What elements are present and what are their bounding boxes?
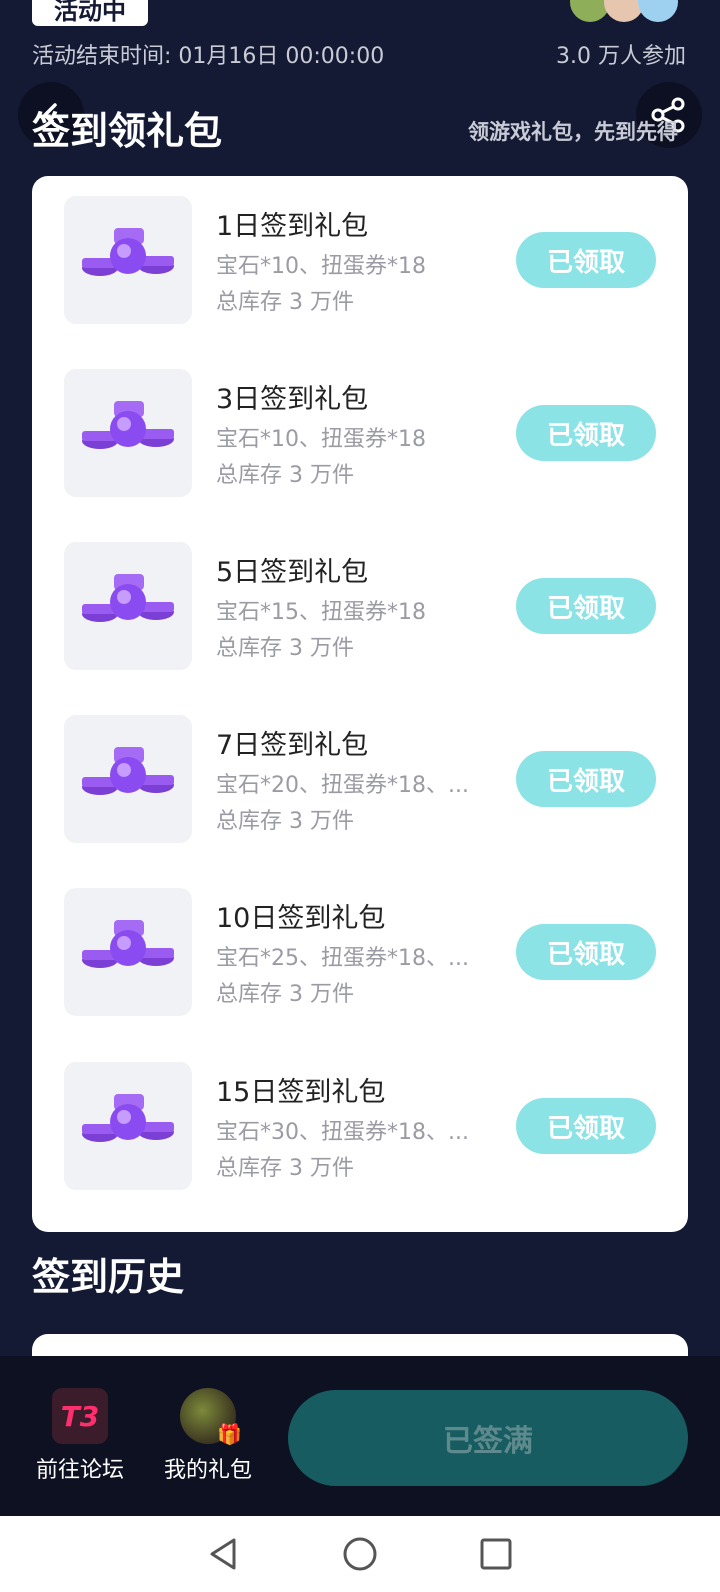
bottom-action-bar: T3 前往论坛 🎁 我的礼包 已签满: [0, 1356, 720, 1516]
claimed-button[interactable]: 已领取: [516, 924, 656, 980]
participant-avatars: [570, 0, 678, 22]
gift-row: 15日签到礼包 宝石*30、扭蛋券*18、... 总库存 3 万件 已领取: [32, 1062, 688, 1190]
checkin-section-subtitle: 领游戏礼包，先到先得: [468, 120, 678, 144]
checkin-section-title: 签到领礼包: [32, 109, 223, 153]
gift-thumbnail: [64, 369, 192, 497]
gem-icon: [82, 574, 174, 622]
gem-icon: [82, 920, 174, 968]
claimed-button[interactable]: 已领取: [516, 232, 656, 288]
gem-icon: [82, 747, 174, 795]
nav-home-icon[interactable]: [342, 1536, 378, 1572]
my-gifts-button[interactable]: 🎁 我的礼包: [160, 1388, 256, 1484]
gift-row: 3日签到礼包 宝石*10、扭蛋券*18 总库存 3 万件 已领取: [32, 369, 688, 497]
check-in-full-button[interactable]: 已签满: [288, 1390, 688, 1486]
gift-row: 5日签到礼包 宝石*15、扭蛋券*18 总库存 3 万件 已领取: [32, 542, 688, 670]
claimed-button[interactable]: 已领取: [516, 578, 656, 634]
gift-stock: 总库存 3 万件: [216, 1156, 354, 1181]
gift-contents: 宝石*25、扭蛋券*18、...: [216, 946, 469, 971]
gift-name: 10日签到礼包: [216, 903, 386, 934]
gift-row: 10日签到礼包 宝石*25、扭蛋券*18、... 总库存 3 万件 已领取: [32, 888, 688, 1016]
history-section-title: 签到历史: [32, 1255, 185, 1299]
my-gifts-label: 我的礼包: [163, 1458, 252, 1483]
gift-contents: 宝石*30、扭蛋券*18、...: [216, 1120, 469, 1145]
gift-thumbnail: [64, 542, 192, 670]
gem-icon: [82, 1094, 174, 1142]
gem-icon: [82, 401, 174, 449]
nav-back-icon[interactable]: [206, 1536, 242, 1572]
gift-contents: 宝石*15、扭蛋券*18: [216, 600, 426, 625]
gift-row: 1日签到礼包 宝石*10、扭蛋券*18 总库存 3 万件 已领取: [32, 196, 688, 324]
gift-contents: 宝石*10、扭蛋券*18: [216, 427, 426, 452]
gift-name: 7日签到礼包: [216, 730, 369, 761]
go-to-forum-button[interactable]: T3 前往论坛: [32, 1388, 128, 1484]
gift-name: 1日签到礼包: [216, 211, 369, 242]
claimed-button[interactable]: 已领取: [516, 405, 656, 461]
gift-stock: 总库存 3 万件: [216, 809, 354, 834]
gift-stock: 总库存 3 万件: [216, 463, 354, 488]
gift-contents: 宝石*10、扭蛋券*18: [216, 254, 426, 279]
gift-stock: 总库存 3 万件: [216, 636, 354, 661]
gift-name: 15日签到礼包: [216, 1077, 386, 1108]
activity-end-time: 活动结束时间: 01月16日 00:00:00: [32, 44, 385, 69]
status-badge: 活动中: [32, 0, 148, 26]
gift-thumbnail: [64, 888, 192, 1016]
gift-stock: 总库存 3 万件: [216, 982, 354, 1007]
claimed-button[interactable]: 已领取: [516, 1098, 656, 1154]
system-navigation-bar: [0, 1516, 720, 1592]
avatar: 🎁: [180, 1388, 242, 1446]
forum-logo-icon: T3: [52, 1388, 108, 1444]
gift-list-card: 1日签到礼包 宝石*10、扭蛋券*18 总库存 3 万件 已领取 3日签到礼包 …: [32, 176, 688, 1232]
gift-stock: 总库存 3 万件: [216, 290, 354, 315]
gift-name: 3日签到礼包: [216, 384, 369, 415]
gem-icon: [82, 228, 174, 276]
gift-contents: 宝石*20、扭蛋券*18、...: [216, 773, 469, 798]
forum-label: 前往论坛: [35, 1458, 124, 1483]
gift-thumbnail: [64, 715, 192, 843]
gift-row: 7日签到礼包 宝石*20、扭蛋券*18、... 总库存 3 万件 已领取: [32, 715, 688, 843]
gift-name: 5日签到礼包: [216, 557, 369, 588]
claimed-button[interactable]: 已领取: [516, 751, 656, 807]
gift-thumbnail: [64, 1062, 192, 1190]
gift-icon: 🎁: [217, 1422, 242, 1446]
participant-count: 3.0 万人参加: [556, 44, 686, 69]
nav-recents-icon[interactable]: [478, 1536, 514, 1572]
gift-thumbnail: [64, 196, 192, 324]
